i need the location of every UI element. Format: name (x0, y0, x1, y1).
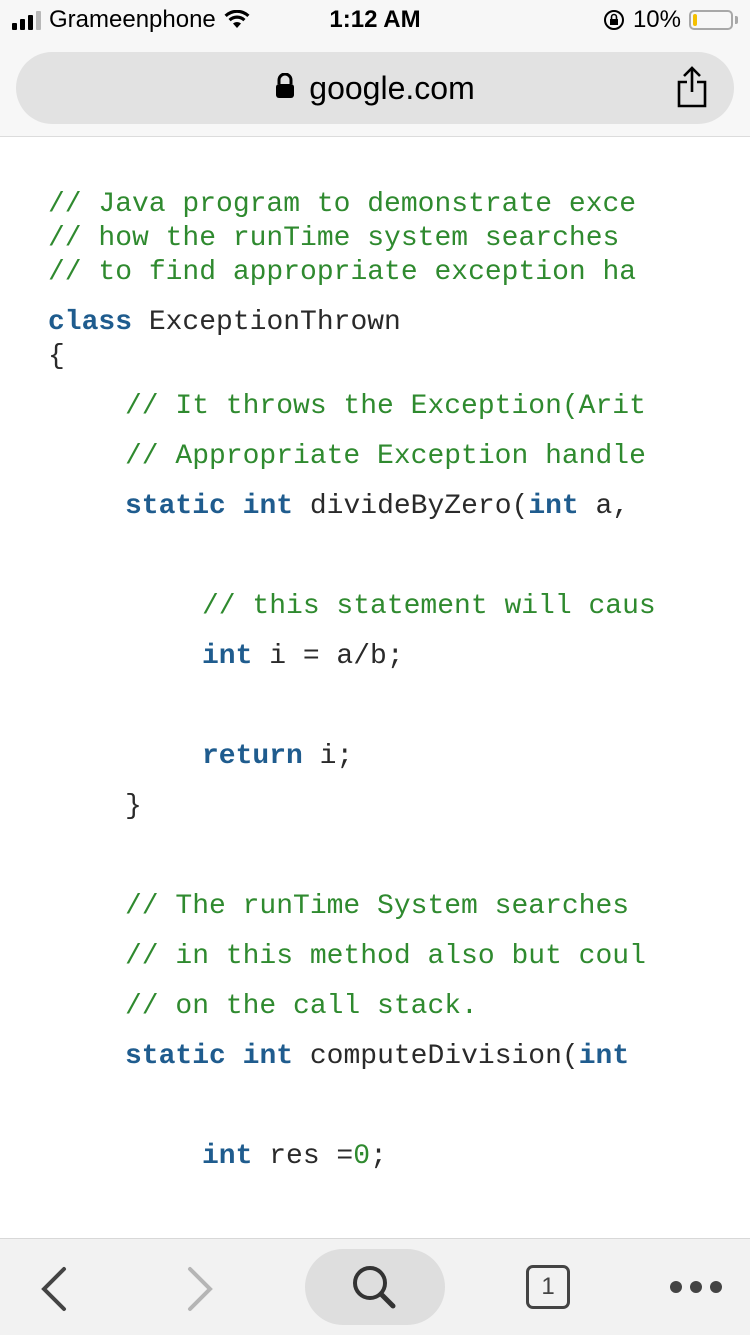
back-chevron-icon[interactable] (36, 1265, 70, 1318)
code-line: class ExceptionThrown (48, 307, 401, 338)
status-bar: Grameenphone 1:12 AM 10% (0, 0, 750, 40)
battery-level (693, 14, 697, 26)
lock-icon (275, 70, 295, 107)
code-line: // in this method also but coul (125, 941, 646, 972)
bottom-toolbar: 1 (0, 1238, 750, 1335)
code-text: divideByZero( (293, 491, 529, 522)
address-bar-content: google.com (16, 70, 734, 107)
keyword: int (578, 1041, 630, 1072)
number-literal: 0 (353, 1141, 371, 1172)
orientation-lock-icon (603, 9, 625, 31)
code-line: static int computeDivision(int (125, 1041, 629, 1072)
code-text: a, (578, 491, 630, 522)
code-text: ; (370, 1141, 387, 1172)
share-icon[interactable] (676, 66, 708, 113)
keyword: static (125, 1041, 226, 1072)
forward-chevron-icon[interactable] (184, 1265, 218, 1318)
tabs-button[interactable]: 1 (526, 1265, 570, 1309)
keyword: int (202, 641, 253, 672)
code-text: ExceptionThrown (132, 307, 401, 338)
more-dots-icon[interactable] (670, 1281, 722, 1293)
address-bar[interactable]: google.com (16, 52, 734, 124)
page-content: // Java program to demonstrate exce // h… (0, 137, 750, 1238)
keyword: int (242, 1041, 294, 1072)
search-icon (353, 1266, 396, 1309)
keyword: int (528, 491, 579, 522)
address-bar-area: google.com (0, 40, 750, 137)
battery-icon (689, 10, 733, 30)
battery-tip (735, 16, 738, 24)
code-text: i = a/b; (252, 641, 404, 672)
code-line: int i = a/b; (202, 641, 404, 672)
battery-percent: 10% (632, 6, 681, 33)
url-domain: google.com (309, 70, 475, 106)
keyword: int (202, 1141, 253, 1172)
search-button[interactable] (305, 1249, 445, 1325)
keyword: static (125, 491, 226, 522)
code-line: // this statement will caus (202, 591, 656, 622)
code-line: } (125, 791, 142, 822)
status-right: 10% (603, 6, 738, 34)
code-line: // how the runTime system searches (48, 223, 620, 254)
code-line: // on the call stack. (125, 991, 478, 1022)
keyword: int (242, 491, 294, 522)
code-line: // It throws the Exception(Arit (125, 391, 646, 422)
code-text: i; (302, 741, 354, 772)
code-line: return i; (202, 741, 353, 772)
code-line: { (48, 341, 65, 372)
code-line: // Appropriate Exception handle (125, 441, 646, 472)
code-line: // The runTime System searches (125, 891, 630, 922)
code-line: static int divideByZero(int a, (125, 491, 629, 522)
code-text: res = (252, 1141, 354, 1172)
code-text: computeDivision( (293, 1041, 579, 1072)
keyword: return (202, 741, 303, 772)
code-line: int res =0; (202, 1141, 387, 1172)
code-line: // Java program to demonstrate exce (48, 189, 637, 220)
code-line: // to find appropriate exception ha (48, 257, 637, 288)
keyword: class (48, 307, 133, 338)
